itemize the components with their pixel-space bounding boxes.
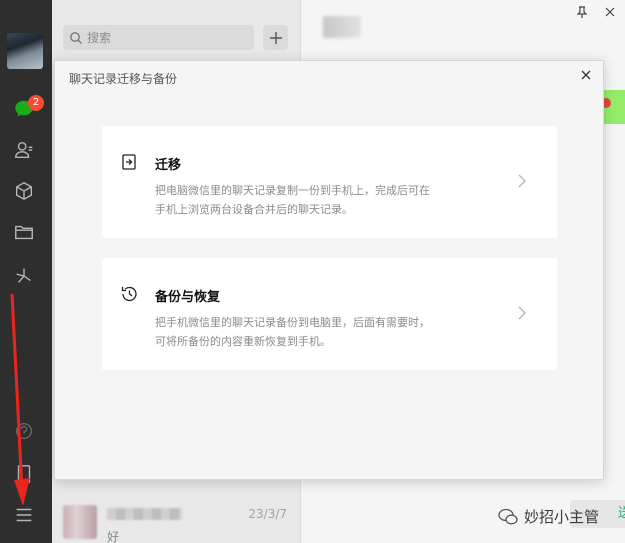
chat-title-blurred	[323, 16, 361, 38]
pin-icon[interactable]	[575, 5, 589, 19]
dialog-title: 聊天记录迁移与备份	[69, 72, 178, 86]
miniprogram-icon[interactable]	[12, 419, 36, 443]
migrate-desc-line: 把电脑微信里的聊天记录复制一份到手机上，完成后可在	[155, 184, 430, 197]
menu-icon[interactable]	[12, 503, 36, 527]
wechat-logo-icon	[498, 508, 518, 524]
chat-preview: 好	[107, 530, 120, 543]
history-clock-icon	[121, 286, 137, 302]
migrate-icon	[122, 154, 136, 170]
folder-icon[interactable]	[12, 220, 36, 244]
add-button[interactable]	[263, 25, 288, 50]
search-input[interactable]	[87, 28, 247, 47]
sidebar-nav: 2	[0, 0, 52, 543]
watermark: 妙招小主管	[498, 506, 599, 527]
plus-icon	[269, 31, 282, 44]
watermark-text: 妙招小主管	[524, 508, 600, 526]
backup-restore-description: 把手机微信里的聊天记录备份到电脑里，后面有需要时， 可将所备份的内容重新恢复到手…	[155, 313, 475, 351]
chevron-right-icon	[518, 306, 526, 320]
favorites-cube-icon[interactable]	[12, 179, 36, 203]
phone-icon[interactable]	[12, 462, 36, 486]
contact-avatar	[63, 505, 97, 539]
migrate-desc-line: 手机上浏览两台设备合并后的聊天记录。	[155, 203, 353, 216]
contact-name-blurred	[107, 508, 182, 520]
window-close-icon[interactable]	[603, 5, 617, 19]
send-label: 送信	[618, 506, 625, 521]
chat-time: 23/3/7	[248, 507, 287, 521]
migrate-backup-dialog: 聊天记录迁移与备份 迁移 把电脑微信里的聊天记录复制一份到手机上，完成后可在 手…	[54, 60, 604, 480]
backup-restore-title: 备份与恢复	[155, 290, 221, 305]
migrate-option[interactable]: 迁移 把电脑微信里的聊天记录复制一份到手机上，完成后可在 手机上浏览两台设备合并…	[102, 126, 557, 238]
search-icon	[70, 32, 82, 44]
close-icon[interactable]	[579, 68, 593, 82]
backup-restore-option[interactable]: 备份与恢复 把手机微信里的聊天记录备份到电脑里，后面有需要时， 可将所备份的内容…	[102, 258, 557, 370]
list-item[interactable]: 23/3/7 好	[52, 497, 301, 543]
unread-badge: 2	[28, 95, 44, 111]
chevron-right-icon	[518, 174, 526, 188]
backup-desc-line: 可将所备份的内容重新恢复到手机。	[155, 335, 331, 348]
backup-desc-line: 把手机微信里的聊天记录备份到电脑里，后面有需要时，	[155, 316, 430, 329]
contacts-icon[interactable]	[12, 138, 36, 162]
search-box[interactable]	[63, 25, 254, 50]
user-avatar[interactable]	[7, 33, 43, 69]
migrate-description: 把电脑微信里的聊天记录复制一份到手机上，完成后可在 手机上浏览两台设备合并后的聊…	[155, 181, 475, 219]
moments-icon[interactable]	[12, 264, 36, 288]
migrate-title: 迁移	[155, 158, 182, 173]
